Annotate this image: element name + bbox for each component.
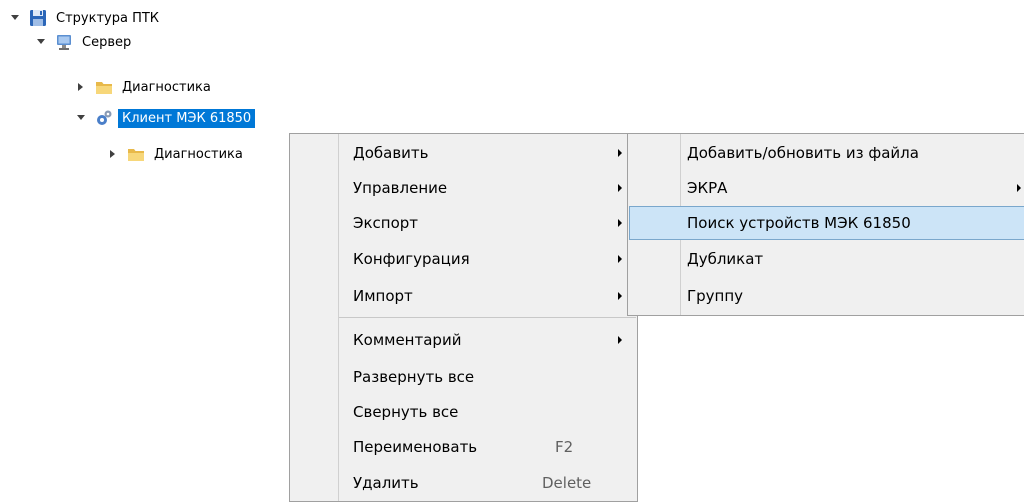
folder-icon — [94, 77, 114, 97]
menu-item-label: Развернуть все — [353, 368, 475, 386]
chevron-down-icon[interactable] — [8, 15, 22, 21]
tree-node-server[interactable]: Сервер — [34, 30, 135, 54]
menu-item-shortcut: Delete — [542, 474, 592, 492]
gears-icon — [94, 108, 114, 128]
tree-node-root[interactable]: Структура ПТК — [8, 6, 163, 30]
tree-node-label: Сервер — [82, 34, 132, 50]
submenu-arrow-icon — [618, 255, 622, 263]
menu-item-label: Добавить/обновить из файла — [687, 144, 919, 162]
menu-item-label: Экспорт — [353, 214, 419, 232]
submenu-arrow-icon — [1017, 184, 1021, 192]
tree-node-client-iec61850[interactable]: Клиент МЭК 61850 — [74, 106, 256, 130]
menu-item-add[interactable]: Добавить — [291, 136, 636, 170]
chevron-right-icon[interactable] — [106, 150, 120, 158]
menu-item-label: Группу — [687, 287, 744, 305]
chevron-right-icon[interactable] — [74, 83, 88, 91]
chevron-down-icon[interactable] — [74, 115, 88, 121]
tree-node-label: Структура ПТК — [56, 10, 160, 26]
submenu-item-search-iec61850-devices[interactable]: Поиск устройств МЭК 61850 — [629, 206, 1024, 240]
menu-separator — [339, 317, 636, 318]
folder-icon — [126, 144, 146, 164]
submenu-arrow-icon — [618, 336, 622, 344]
tree-node-diagnostics[interactable]: Диагностика — [106, 142, 247, 166]
menu-item-configuration[interactable]: Конфигурация — [291, 242, 636, 276]
menu-item-label: Конфигурация — [353, 250, 470, 268]
menu-item-label: Свернуть все — [353, 403, 459, 421]
menu-item-label: Комментарий — [353, 331, 462, 349]
submenu-item-duplicate[interactable]: Дубликат — [629, 242, 1023, 276]
submenu-arrow-icon — [618, 184, 622, 192]
menu-item-export[interactable]: Экспорт — [291, 206, 636, 240]
menu-item-label: Дубликат — [687, 250, 764, 268]
submenu-arrow-icon — [618, 219, 622, 227]
menu-item-delete[interactable]: Удалить Delete — [291, 466, 636, 500]
menu-item-comment[interactable]: Комментарий — [291, 323, 636, 357]
submenu-item-add-update-from-file[interactable]: Добавить/обновить из файла — [629, 136, 1023, 170]
tree-node-diagnostics[interactable]: Диагностика — [74, 75, 215, 99]
submenu-arrow-icon — [618, 292, 622, 300]
menu-item-expand-all[interactable]: Развернуть все — [291, 360, 636, 394]
menu-item-label: ЭКРА — [687, 179, 728, 197]
menu-item-collapse-all[interactable]: Свернуть все — [291, 395, 636, 429]
menu-item-control[interactable]: Управление — [291, 171, 636, 205]
submenu-item-ekra[interactable]: ЭКРА — [629, 171, 1023, 205]
context-menu: Добавить Управление Экспорт Конфигурация… — [289, 133, 638, 502]
submenu-add: Добавить/обновить из файла ЭКРА Поиск ус… — [627, 133, 1024, 316]
floppy-disk-icon — [28, 8, 48, 28]
menu-item-label: Добавить — [353, 144, 429, 162]
menu-item-label: Удалить — [353, 474, 419, 492]
chevron-down-icon[interactable] — [34, 39, 48, 45]
menu-item-shortcut: F2 — [555, 438, 574, 456]
menu-item-label: Импорт — [353, 287, 413, 305]
menu-item-label: Переименовать — [353, 438, 478, 456]
menu-item-import[interactable]: Импорт — [291, 279, 636, 313]
computer-icon — [54, 32, 74, 52]
menu-item-label: Поиск устройств МЭК 61850 — [687, 214, 911, 232]
menu-item-label: Управление — [353, 179, 448, 197]
tree-node-label: Диагностика — [154, 146, 243, 162]
submenu-arrow-icon — [618, 149, 622, 157]
menu-item-rename[interactable]: Переименовать F2 — [291, 430, 636, 464]
tree-node-label: Клиент МЭК 61850 — [118, 108, 256, 128]
tree-node-label: Диагностика — [122, 79, 211, 95]
submenu-item-group[interactable]: Группу — [629, 279, 1023, 313]
